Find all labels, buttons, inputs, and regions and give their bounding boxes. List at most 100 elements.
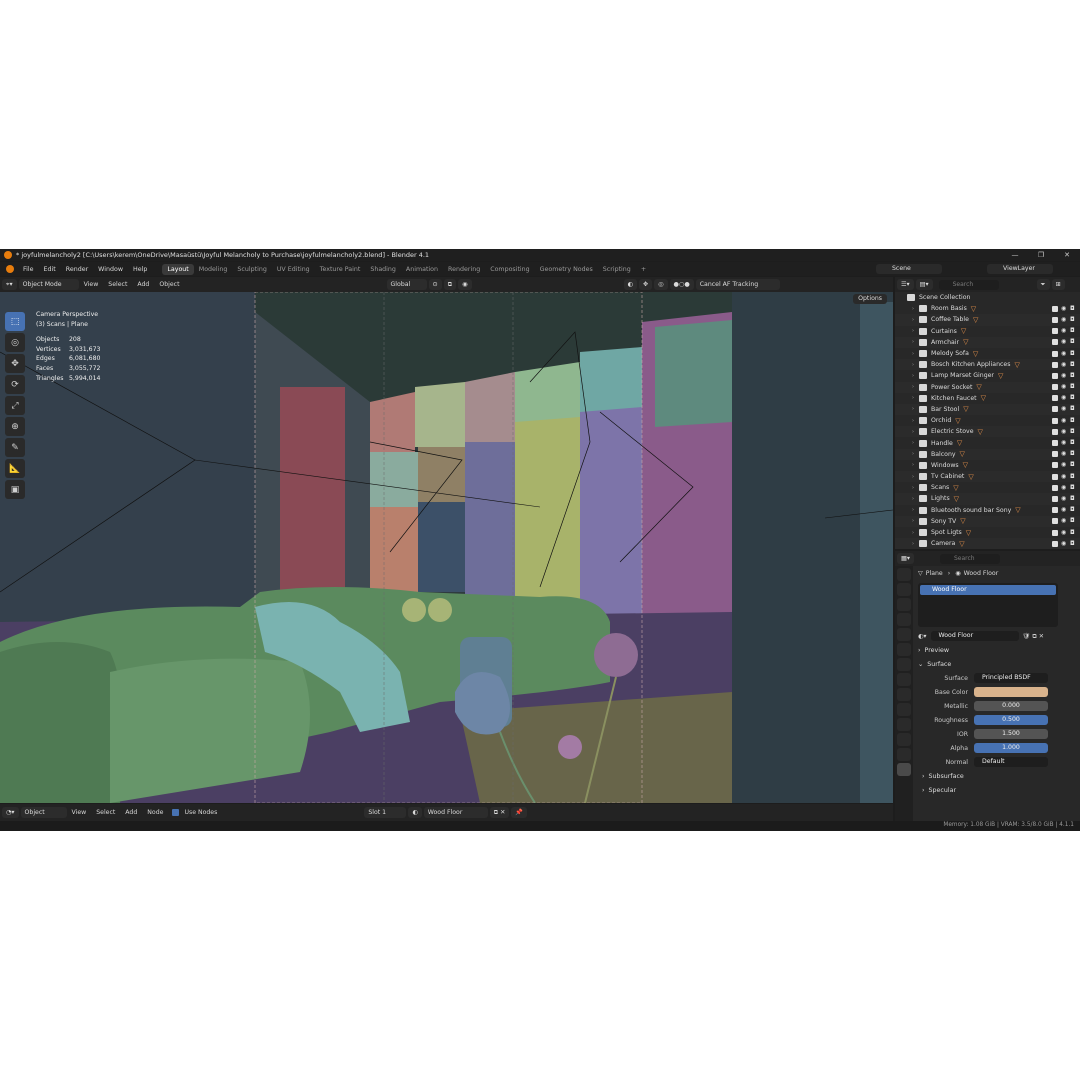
- eye-icon[interactable]: ◉: [1061, 473, 1067, 480]
- 3d-viewport[interactable]: ⬚ ◎ ✥ ⟳ ⤢ ⊕ ✎ 📐 ▣ Camera Perspective (3)…: [0, 292, 893, 803]
- add-workspace-button[interactable]: +: [636, 264, 651, 275]
- material-slot-list[interactable]: Wood Floor: [918, 583, 1058, 627]
- specular-panel-header[interactable]: › Specular: [914, 783, 1080, 797]
- material-browse-icon[interactable]: ◐: [408, 807, 422, 818]
- eye-icon[interactable]: ◉: [1061, 395, 1067, 401]
- add-cube-tool-icon[interactable]: ▣: [5, 480, 25, 499]
- outliner-item[interactable]: › Handle ▽ ◉ ◘: [895, 437, 1080, 448]
- roughness-field[interactable]: 0.500: [974, 715, 1048, 725]
- viewport-menu-object[interactable]: Object: [154, 281, 184, 288]
- expand-arrow-icon[interactable]: ›: [907, 351, 919, 357]
- workspace-tab-shading[interactable]: Shading: [365, 264, 401, 275]
- properties-editor-type-icon[interactable]: ▦▾: [897, 553, 914, 564]
- measure-tool-icon[interactable]: 📐: [5, 459, 25, 478]
- viewport-menu-view[interactable]: View: [79, 281, 104, 288]
- maximize-button[interactable]: ❐: [1028, 249, 1054, 261]
- expand-arrow-icon[interactable]: ›: [907, 418, 919, 424]
- outliner-item[interactable]: › Melody Sofa ▽ ◉ ◘: [895, 348, 1080, 359]
- workspace-tab-geometry-nodes[interactable]: Geometry Nodes: [535, 264, 598, 275]
- workspace-tab-scripting[interactable]: Scripting: [598, 264, 636, 275]
- subsurface-panel-header[interactable]: › Subsurface: [914, 769, 1080, 783]
- slot-selector[interactable]: Slot 1: [364, 807, 407, 818]
- surface-panel-header[interactable]: ⌄ Surface: [914, 657, 1080, 671]
- particles-tab-icon[interactable]: [897, 703, 911, 716]
- node-menu-view[interactable]: View: [67, 809, 92, 816]
- menu-help[interactable]: Help: [128, 266, 152, 273]
- mode-selector[interactable]: Object Mode: [18, 279, 79, 290]
- outliner-item[interactable]: › Room Basis ▽ ◉ ◘: [895, 303, 1080, 314]
- include-checkbox[interactable]: [1052, 384, 1058, 391]
- camera-icon[interactable]: ◘: [1070, 406, 1076, 412]
- outliner-item[interactable]: › Spot Ligts ▽ ◉ ◘: [895, 527, 1080, 538]
- data-tab-icon[interactable]: [897, 748, 911, 761]
- outliner-item[interactable]: › Scans ▽ ◉ ◘: [895, 482, 1080, 493]
- include-checkbox[interactable]: [1052, 316, 1058, 323]
- filter-icon[interactable]: ⏷: [1036, 279, 1050, 290]
- outliner-item[interactable]: › Kitchen Faucet ▽ ◉ ◘: [895, 393, 1080, 404]
- expand-arrow-icon[interactable]: ›: [907, 429, 919, 435]
- camera-icon[interactable]: ◘: [1070, 384, 1076, 390]
- use-nodes-checkbox[interactable]: [172, 809, 180, 816]
- view-layer-tab-icon[interactable]: [897, 613, 911, 626]
- transform-orientation-selector[interactable]: Global: [386, 279, 427, 290]
- scene-tab-icon[interactable]: [897, 628, 911, 641]
- menu-edit[interactable]: Edit: [39, 266, 61, 273]
- eye-icon[interactable]: ◉: [1061, 305, 1067, 312]
- ior-field[interactable]: 1.500: [974, 729, 1048, 739]
- eye-icon[interactable]: ◉: [1061, 372, 1067, 379]
- camera-icon[interactable]: ◘: [1070, 484, 1076, 491]
- cancel-af-tracking-button[interactable]: Cancel AF Tracking: [695, 279, 780, 290]
- scene-selector[interactable]: Scene: [876, 264, 942, 274]
- include-checkbox[interactable]: [1052, 350, 1058, 357]
- include-checkbox[interactable]: [1052, 462, 1058, 469]
- eye-icon[interactable]: ◉: [1061, 406, 1067, 412]
- workspace-tab-animation[interactable]: Animation: [401, 264, 443, 275]
- camera-icon[interactable]: ◘: [1070, 395, 1076, 401]
- include-checkbox[interactable]: [1052, 328, 1058, 335]
- include-checkbox[interactable]: [1052, 540, 1058, 547]
- eye-icon[interactable]: ◉: [1061, 462, 1067, 468]
- eye-icon[interactable]: ◉: [1061, 428, 1067, 435]
- expand-arrow-icon[interactable]: ›: [907, 362, 919, 368]
- include-checkbox[interactable]: [1052, 473, 1058, 480]
- shader-type-selector[interactable]: Object: [20, 807, 67, 818]
- annotate-tool-icon[interactable]: ✎: [5, 438, 25, 457]
- pivot-icon[interactable]: ⊙: [428, 279, 442, 290]
- world-tab-icon[interactable]: [897, 643, 911, 656]
- camera-icon[interactable]: ◘: [1070, 518, 1076, 524]
- new-collection-icon[interactable]: ⊞: [1051, 279, 1065, 290]
- select-box-tool-icon[interactable]: ⬚: [5, 312, 25, 331]
- camera-icon[interactable]: ◘: [1070, 328, 1076, 334]
- material-actions-icon[interactable]: ⧉ ✕: [489, 807, 510, 818]
- expand-arrow-icon[interactable]: ›: [907, 541, 919, 547]
- expand-arrow-icon[interactable]: ›: [907, 406, 919, 412]
- material-slot-item[interactable]: Wood Floor: [920, 585, 1056, 595]
- constraints-tab-icon[interactable]: [897, 733, 911, 746]
- alpha-field[interactable]: 1.000: [974, 743, 1048, 753]
- expand-arrow-icon[interactable]: ›: [907, 317, 919, 323]
- outliner-item[interactable]: › Orchid ▽ ◉ ◘: [895, 415, 1080, 426]
- menu-render[interactable]: Render: [61, 266, 93, 273]
- cursor-tool-icon[interactable]: ◎: [5, 333, 25, 352]
- workspace-tab-modeling[interactable]: Modeling: [194, 264, 233, 275]
- camera-icon[interactable]: ◘: [1070, 417, 1076, 424]
- minimize-button[interactable]: —: [1002, 249, 1028, 261]
- menu-window[interactable]: Window: [93, 266, 128, 273]
- include-checkbox[interactable]: [1052, 305, 1058, 312]
- eye-icon[interactable]: ◉: [1061, 328, 1067, 334]
- expand-arrow-icon[interactable]: ›: [907, 395, 919, 401]
- object-tab-icon[interactable]: [897, 673, 911, 686]
- outliner-item[interactable]: › Tv Cabinet ▽ ◉ ◘: [895, 471, 1080, 483]
- eye-icon[interactable]: ◉: [1061, 384, 1067, 390]
- outliner-item[interactable]: › Armchair ▽ ◉ ◘: [895, 336, 1080, 348]
- camera-icon[interactable]: ◘: [1070, 462, 1076, 468]
- editor-type-icon[interactable]: ⌖▾: [2, 279, 17, 290]
- move-tool-icon[interactable]: ✥: [5, 354, 25, 373]
- eye-icon[interactable]: ◉: [1061, 484, 1067, 491]
- camera-icon[interactable]: ◘: [1070, 350, 1076, 357]
- properties-search-input[interactable]: Search: [939, 553, 1000, 564]
- modifier-tab-icon[interactable]: [897, 688, 911, 701]
- expand-arrow-icon[interactable]: ›: [907, 474, 919, 480]
- camera-icon[interactable]: ◘: [1070, 451, 1076, 457]
- scene-collection-row[interactable]: Scene Collection: [895, 292, 1080, 303]
